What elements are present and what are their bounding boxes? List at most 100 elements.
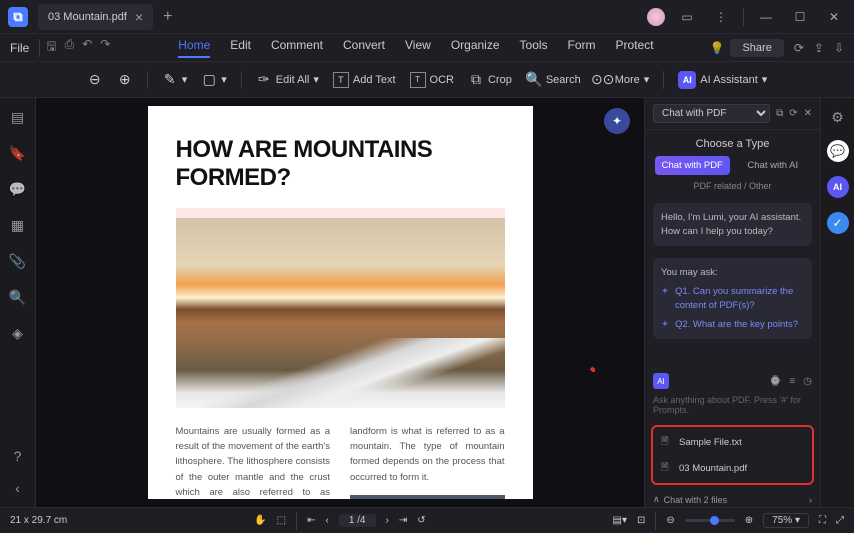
tab-view[interactable]: View <box>405 38 431 58</box>
maximize-icon[interactable]: ☐ <box>788 5 812 29</box>
file-menu[interactable]: File <box>10 41 29 55</box>
shape-button[interactable]: ▢▾ <box>201 72 227 88</box>
shape-icon: ▢ <box>201 72 217 88</box>
menubar: File 🖫 ⎙ ↶ ↷ Home Edit Comment Convert V… <box>0 34 854 62</box>
ai-assistant-button[interactable]: AIAI Assistant▾ <box>678 71 767 89</box>
undo-icon[interactable]: ↶ <box>82 37 92 58</box>
print-icon[interactable]: ⎙ <box>65 37 75 58</box>
last-page-icon[interactable]: ⇥ <box>399 515 407 526</box>
zoom-slider[interactable] <box>685 519 735 522</box>
suggestions-bubble: You may ask: Q1. Can you summarize the c… <box>653 258 812 339</box>
document-tab[interactable]: 03 Mountain.pdf × <box>38 4 153 30</box>
check-bubble-icon[interactable]: ✓ <box>827 212 849 234</box>
you-may-ask-label: You may ask: <box>661 266 804 279</box>
hand-tool-icon[interactable]: ✋ <box>254 515 266 526</box>
tab-tools[interactable]: Tools <box>520 38 548 58</box>
save-icon[interactable]: 🖫 <box>46 37 56 58</box>
first-page-icon[interactable]: ⇤ <box>307 515 315 526</box>
file-icon: 🗎 <box>661 460 673 476</box>
tab-title: 03 Mountain.pdf <box>48 11 127 23</box>
history-icon[interactable]: ⌚ <box>769 376 781 387</box>
prev-page-icon[interactable]: ‹ <box>325 515 328 526</box>
ai-mode-select[interactable]: Chat with PDF <box>653 104 770 123</box>
zoom-in-button[interactable]: ⊕ <box>117 72 133 88</box>
ai-input[interactable]: Ask anything about PDF. Press '#' for Pr… <box>645 393 820 421</box>
close-panel-icon[interactable]: ✕ <box>804 108 812 119</box>
zoom-in-icon: ⊕ <box>117 72 133 88</box>
equalizer-icon[interactable]: ≡ <box>789 376 795 387</box>
layers-icon[interactable]: ◈ <box>9 324 27 342</box>
fullscreen-icon[interactable]: ⤢ <box>836 515 844 526</box>
page-indicator[interactable]: 1 /4 <box>339 514 376 527</box>
zoom-value[interactable]: 75% ▾ <box>763 513 809 528</box>
close-tab-icon[interactable]: × <box>135 9 143 25</box>
fields-icon[interactable]: ▦ <box>9 216 27 234</box>
add-text-button[interactable]: TAdd Text <box>333 72 396 88</box>
bulb-icon[interactable]: 💡 <box>710 41 725 55</box>
tab-convert[interactable]: Convert <box>343 38 385 58</box>
tab-form[interactable]: Form <box>568 38 596 58</box>
attached-file-row[interactable]: 🗎03 Mountain.pdf <box>653 455 812 481</box>
highlighter-button[interactable]: ✎▾ <box>162 72 188 88</box>
chat-with-files-toggle[interactable]: ∧Chat with 2 files› <box>645 491 820 507</box>
share-button[interactable]: Share <box>730 39 783 57</box>
attached-file-row[interactable]: 🗎Sample File.txt <box>653 429 812 455</box>
refresh-icon[interactable]: ⟳ <box>789 108 797 119</box>
reflow-icon[interactable]: ↺ <box>417 515 425 526</box>
view-mode-icon[interactable]: ▤▾ <box>613 515 627 526</box>
kebab-menu-icon[interactable]: ⋮ <box>709 5 733 29</box>
ai-bubble-icon[interactable]: AI <box>827 176 849 198</box>
collapse-left-icon[interactable]: ‹ <box>9 479 27 497</box>
ocr-button[interactable]: TOCR <box>410 72 454 88</box>
more-button[interactable]: ⊙⊙More▾ <box>595 72 650 88</box>
chat-with-pdf-button[interactable]: Chat with PDF <box>655 156 730 175</box>
zoom-out-button[interactable]: ⊖ <box>87 72 103 88</box>
fit-icon[interactable]: ⊡ <box>637 515 645 526</box>
minimize-icon[interactable]: — <box>754 5 778 29</box>
comments-icon[interactable]: 💬 <box>9 180 27 198</box>
download-icon[interactable]: ⇩ <box>834 41 844 55</box>
tab-comment[interactable]: Comment <box>271 38 323 58</box>
close-window-icon[interactable]: ✕ <box>822 5 846 29</box>
settings-icon[interactable]: ⚙ <box>829 108 847 126</box>
crop-button[interactable]: ⧉Crop <box>468 72 512 88</box>
search-panel-icon[interactable]: 🔍 <box>9 288 27 306</box>
zoom-in-status-icon[interactable]: ⊕ <box>745 515 753 526</box>
ai-sidebar: Chat with PDF ⧉ ⟳ ✕ Choose a Type Chat w… <box>644 98 820 507</box>
tab-edit[interactable]: Edit <box>230 38 251 58</box>
app-logo-icon: ⧉ <box>8 7 28 27</box>
body-column-1: Mountains are usually formed as a result… <box>176 424 331 499</box>
zoom-out-status-icon[interactable]: ⊖ <box>666 515 674 526</box>
fit-width-icon[interactable]: ⛶ <box>819 515 826 526</box>
tab-home[interactable]: Home <box>178 38 210 58</box>
edit-all-button[interactable]: ✑Edit All▾ <box>256 72 319 88</box>
feedback-icon[interactable]: ▭ <box>675 5 699 29</box>
crop-icon: ⧉ <box>468 72 484 88</box>
text-icon: T <box>333 72 349 88</box>
floating-action-icon[interactable]: ✦ <box>604 108 630 134</box>
chat-with-ai-button[interactable]: Chat with AI <box>736 156 811 175</box>
edit-icon: ✑ <box>256 72 272 88</box>
search-button[interactable]: 🔍Search <box>526 72 581 88</box>
document-viewport[interactable]: ✦ HOW ARE MOUNTAINS FORMED? Mountains ar… <box>36 98 644 507</box>
select-tool-icon[interactable]: ⬚ <box>277 515 286 526</box>
clock-icon[interactable]: ◷ <box>803 376 812 387</box>
thumbnails-icon[interactable]: ▤ <box>9 108 27 126</box>
help-icon[interactable]: ? <box>9 447 27 465</box>
chat-bubble-icon[interactable]: 💬 <box>827 140 849 162</box>
user-avatar[interactable] <box>647 8 665 26</box>
tab-organize[interactable]: Organize <box>451 38 500 58</box>
cloud-sync-icon[interactable]: ⟳ <box>794 41 804 55</box>
bookmarks-icon[interactable]: 🔖 <box>9 144 27 162</box>
annotation-arrow <box>581 358 595 372</box>
tab-protect[interactable]: Protect <box>616 38 654 58</box>
suggestion-q2[interactable]: Q2. What are the key points? <box>661 318 804 331</box>
upload-icon[interactable]: ⇪ <box>814 41 824 55</box>
popout-icon[interactable]: ⧉ <box>776 108 783 119</box>
highlighter-icon: ✎ <box>162 72 178 88</box>
attachments-icon[interactable]: 📎 <box>9 252 27 270</box>
next-page-icon[interactable]: › <box>386 515 389 526</box>
new-tab-button[interactable]: + <box>163 8 172 26</box>
suggestion-q1[interactable]: Q1. Can you summarize the content of PDF… <box>661 285 804 312</box>
redo-icon[interactable]: ↷ <box>100 37 110 58</box>
